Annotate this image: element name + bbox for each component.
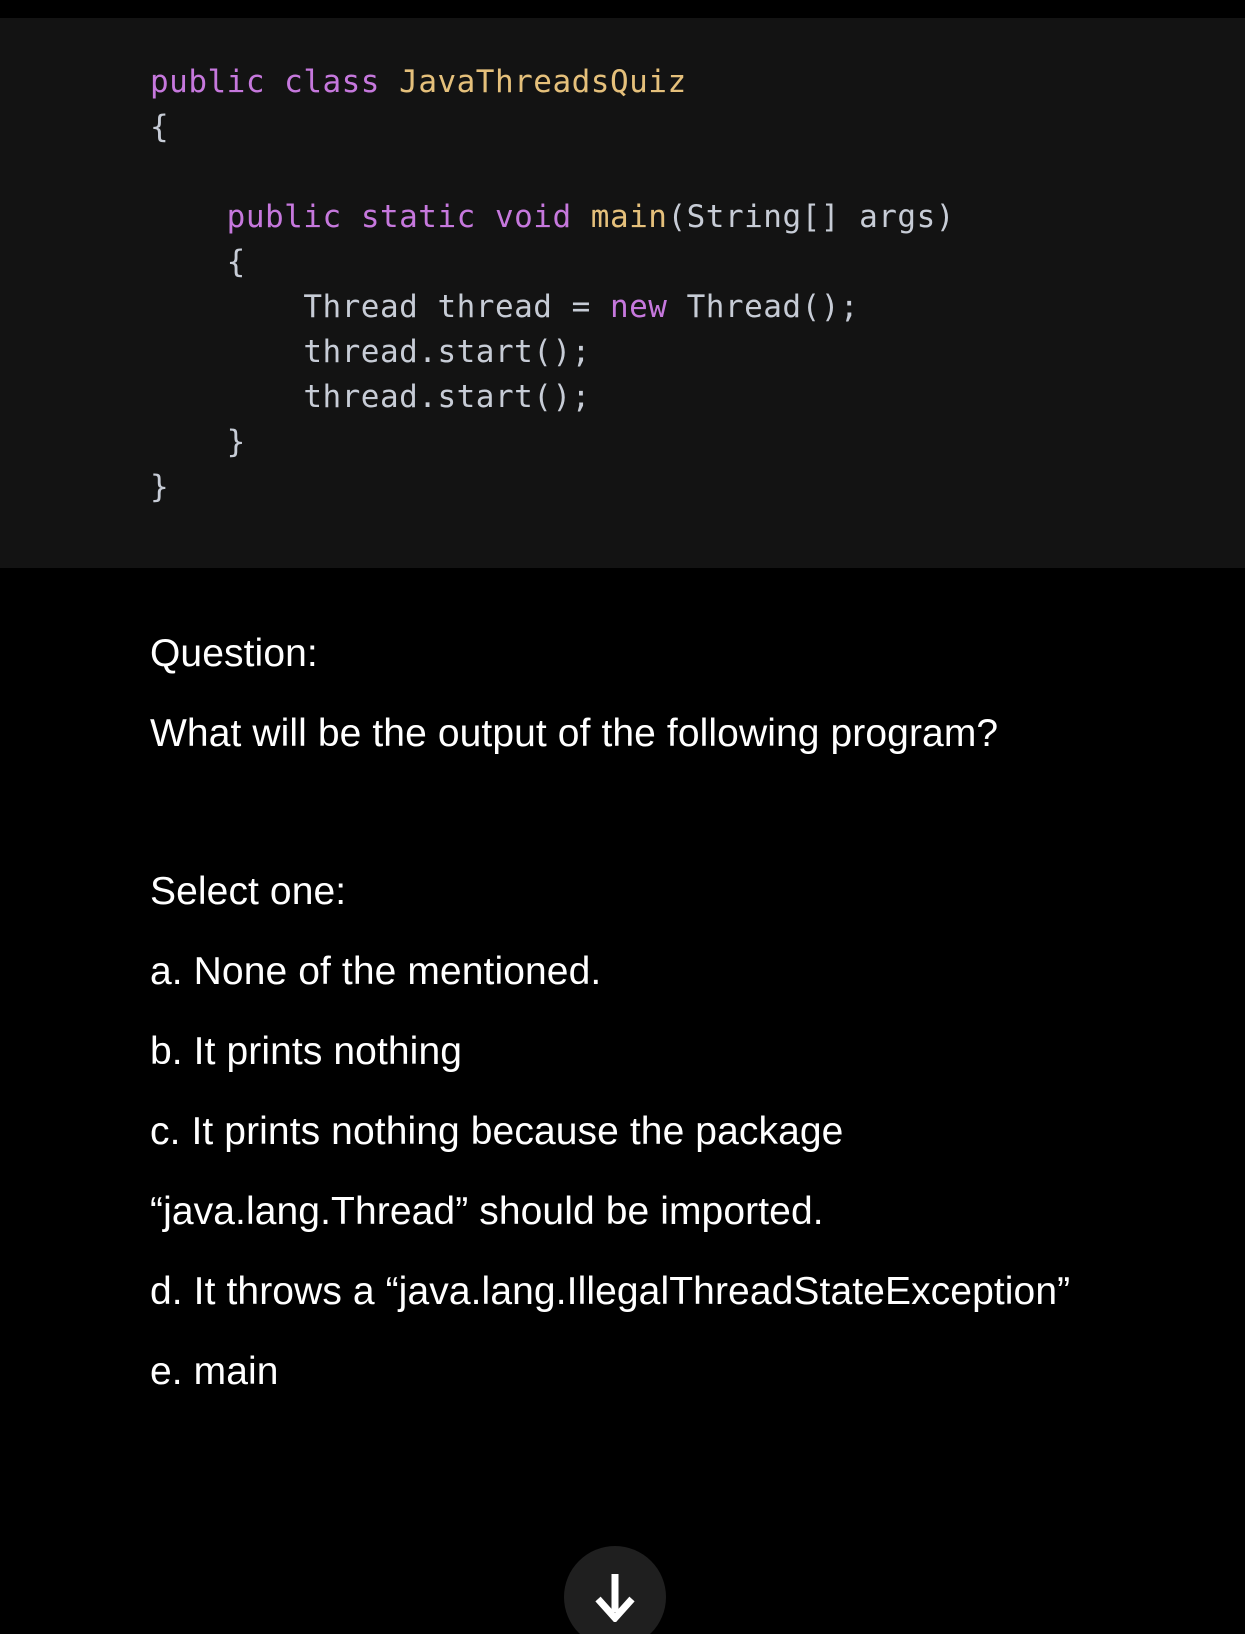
- code-token-static: static: [360, 199, 476, 235]
- code-token-class-name: JavaThreadsQuiz: [399, 64, 687, 100]
- question-options-spacer: [150, 774, 1095, 852]
- code-token-args: args: [839, 199, 936, 235]
- code-token-class: class: [284, 64, 380, 100]
- code-token-paren-open: (: [667, 199, 687, 235]
- code-token-open-brace-class: {: [150, 109, 170, 145]
- code-snippet-card: public class JavaThreadsQuiz { public st…: [0, 18, 1245, 568]
- code-indent-2: [150, 244, 227, 280]
- code-token-assign: =: [571, 289, 610, 325]
- code-token-start-call-2: thread.start();: [303, 379, 591, 415]
- arrow-down-icon: [592, 1572, 638, 1622]
- code-token-void: void: [494, 199, 572, 235]
- code-token-main: main: [590, 199, 668, 235]
- code-token-close-brace-class: }: [150, 469, 170, 505]
- option-d[interactable]: d. It throws a “java.lang.IllegalThreadS…: [150, 1252, 1095, 1332]
- scroll-to-bottom-button[interactable]: [564, 1546, 666, 1634]
- code-token-paren-close: ): [935, 199, 955, 235]
- option-c[interactable]: c. It prints nothing because the package…: [150, 1092, 1095, 1252]
- option-a[interactable]: a. None of the mentioned.: [150, 932, 1095, 1012]
- quiz-body: Question: What will be the output of the…: [0, 568, 1245, 1412]
- code-token-close-brace-main: }: [226, 424, 246, 460]
- code-indent-3: [150, 289, 303, 325]
- code-indent-5: [150, 379, 303, 415]
- code-indent-1: [150, 199, 227, 235]
- code-indent-6: [150, 424, 227, 460]
- question-label: Question:: [150, 632, 318, 675]
- code-token-thread-type: Thread: [303, 289, 419, 325]
- code-token-open-brace-main: {: [226, 244, 246, 280]
- code-token-thread-ctor: Thread();: [667, 289, 860, 325]
- top-black-strip: [0, 0, 1245, 18]
- code-token-thread-var: thread: [418, 289, 572, 325]
- select-one-label: Select one:: [150, 870, 347, 913]
- code-token-array-brackets: []: [801, 199, 840, 235]
- code-token-new: new: [609, 289, 668, 325]
- question-text: What will be the output of the following…: [150, 712, 999, 755]
- code-indent-4: [150, 334, 303, 370]
- code-token-public-1: public: [150, 64, 265, 100]
- code-token-public-2: public: [226, 199, 342, 235]
- code-token-start-call-1: thread.start();: [303, 334, 591, 370]
- java-code-block: public class JavaThreadsQuiz { public st…: [0, 60, 1245, 510]
- code-token-string-type: String: [686, 199, 802, 235]
- option-e[interactable]: e. main: [150, 1332, 1095, 1412]
- option-b[interactable]: b. It prints nothing: [150, 1012, 1095, 1092]
